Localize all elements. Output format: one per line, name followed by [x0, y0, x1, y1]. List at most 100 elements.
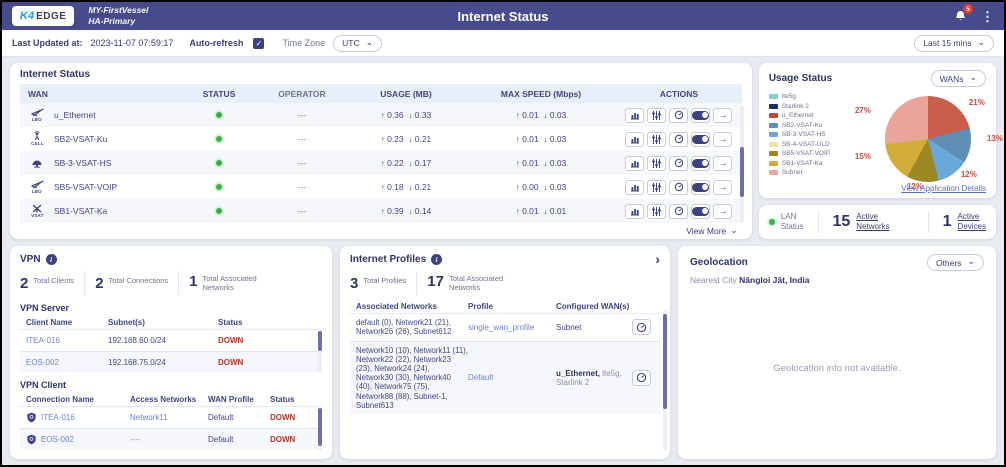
enable-toggle[interactable] [691, 180, 710, 195]
profile-link[interactable]: Default [468, 373, 556, 382]
kebab-menu-icon[interactable]: ⋮ [981, 10, 994, 23]
time-range-value: Last 15 mins [923, 38, 971, 48]
stat-value: 2 [95, 276, 103, 291]
pie-slice-label: 27% [855, 106, 871, 115]
speed-test-gauge-button[interactable] [669, 180, 688, 195]
expand-chevron-right-icon[interactable]: › [655, 254, 660, 265]
status-up-dot [216, 136, 222, 142]
details-arrow-button[interactable]: → [713, 108, 732, 123]
profiles-table: Associated Networks Profile Configured W… [350, 299, 660, 414]
speed-test-gauge-button[interactable] [669, 132, 688, 147]
pie-slice-label: 12% [961, 170, 977, 179]
chevron-down-icon: ⌄ [977, 40, 985, 45]
chart-action-button[interactable] [625, 132, 644, 147]
legend-item: u_Ethernet [769, 112, 841, 119]
logo-edge-text: EDGE [36, 11, 66, 22]
auto-refresh-checkbox[interactable]: ✓ [253, 38, 264, 49]
settings-sliders-button[interactable] [647, 204, 666, 219]
status-up-dot [216, 184, 222, 190]
table-row: EOS-002 ---- Default DOWN [20, 428, 322, 449]
usage-filter-select[interactable]: WANs ⌄ [931, 70, 986, 87]
nearest-city: Nearest City Nāngloi Jāt, India [690, 275, 984, 285]
col-status: STATUS [180, 89, 258, 99]
scrollbar-thumb[interactable] [663, 314, 667, 409]
col-operator: OPERATOR [258, 89, 346, 99]
enable-toggle[interactable] [691, 108, 710, 123]
chart-action-button[interactable] [625, 204, 644, 219]
wan-profile-value: Default [208, 413, 270, 422]
enable-toggle[interactable] [691, 204, 710, 219]
details-arrow-button[interactable]: → [713, 132, 732, 147]
enable-toggle[interactable] [691, 132, 710, 147]
lan-status-dot [769, 219, 775, 225]
client-name-link[interactable]: EOS-002 [20, 358, 108, 367]
divider [416, 271, 417, 295]
table-scrollbar[interactable] [318, 408, 322, 450]
access-networks-link[interactable]: Network11 [130, 413, 208, 422]
chevron-down-icon: ⌄ [969, 75, 977, 80]
view-more-link[interactable]: View More ⌄ [686, 226, 738, 236]
legend-item: SB2-VSAT-Ku [769, 122, 841, 129]
notifications-bell-icon[interactable]: 5 [951, 7, 969, 25]
connection-name-link[interactable]: ITEA-016 [41, 413, 75, 422]
content: Internet Status WAN STATUS OPERATOR USAG… [2, 57, 1004, 465]
time-zone-select[interactable]: UTC ⌄ [333, 35, 382, 52]
client-name-link[interactable]: ITEA-016 [20, 336, 108, 345]
status-up-dot [216, 112, 222, 118]
enable-toggle[interactable] [691, 156, 710, 171]
usage-pie[interactable] [885, 96, 971, 182]
table-scrollbar[interactable] [740, 105, 744, 223]
table-scrollbar[interactable] [318, 331, 322, 373]
col-actions: ACTIONS [616, 89, 742, 99]
scrollbar-thumb[interactable] [318, 408, 322, 446]
settings-sliders-button[interactable] [647, 156, 666, 171]
legend-item: SB5-VSAT-VOIP [769, 150, 841, 157]
stat-label: Total Associated Networks [203, 274, 267, 292]
nearest-city-value: Nāngloi Jāt, India [739, 275, 809, 285]
settings-sliders-button[interactable] [647, 180, 666, 195]
chart-action-button[interactable] [625, 108, 644, 123]
access-networks-value: ---- [130, 435, 208, 444]
details-arrow-button[interactable]: → [713, 156, 732, 171]
details-arrow-button[interactable]: → [713, 180, 732, 195]
speed-test-gauge-button[interactable] [669, 156, 688, 171]
settings-sliders-button[interactable] [647, 132, 666, 147]
details-arrow-button[interactable]: → [713, 204, 732, 219]
profiles-stats: 3Total Profiles 17Total Associated Netwo… [350, 271, 660, 295]
col-usage: USAGE (MB) [346, 89, 466, 99]
stat-value: 2 [20, 276, 28, 291]
speed-test-gauge-button[interactable] [632, 319, 651, 335]
chevron-down-icon: ⌄ [967, 259, 975, 264]
profile-link[interactable]: single_wan_profile [468, 323, 556, 332]
speed-test-gauge-button[interactable] [632, 370, 651, 386]
associated-networks-value: Network10 (10), Network11 (11), Network2… [350, 346, 468, 410]
status-badge: DOWN [270, 413, 322, 422]
speed-test-gauge-button[interactable] [669, 204, 688, 219]
view-application-details-link[interactable]: View Application Details [901, 184, 986, 193]
active-networks-link[interactable]: ActiveNetworks [856, 212, 889, 232]
time-range-select[interactable]: Last 15 mins ⌄ [914, 35, 994, 52]
scrollbar-thumb[interactable] [318, 331, 322, 351]
speed-test-gauge-button[interactable] [669, 108, 688, 123]
info-icon[interactable]: i [431, 254, 442, 265]
last-updated-value: 2023-11-07 07:59:17 [91, 38, 174, 48]
wan-name: SB2-VSAT-Ku [54, 134, 107, 144]
toolbar: Last Updated at: 2023-11-07 07:59:17 Aut… [2, 30, 1004, 57]
operator-value: --- [258, 206, 346, 216]
settings-sliders-button[interactable] [647, 108, 666, 123]
table-scrollbar[interactable] [663, 310, 667, 450]
chart-action-button[interactable] [625, 180, 644, 195]
toggle-on-icon [692, 183, 709, 192]
vpn-server-title: VPN Server [20, 303, 322, 313]
geolocation-filter-select[interactable]: Others ⌄ [927, 254, 984, 271]
right-column: Usage Status WANs ⌄ lte5g Starlink 2 u_E… [759, 63, 996, 239]
chart-action-button[interactable] [625, 156, 644, 171]
operator-value: --- [258, 110, 346, 120]
info-icon[interactable]: i [46, 254, 57, 265]
lan-status-label: LANStatus [781, 212, 804, 231]
active-devices-link[interactable]: ActiveDevices [958, 212, 986, 232]
geolocation-filter-value: Others [936, 258, 962, 268]
scrollbar-thumb[interactable] [740, 147, 744, 197]
connection-name-link[interactable]: EOS-002 [41, 435, 74, 444]
stat-label: Total Associated Networks [449, 274, 513, 292]
